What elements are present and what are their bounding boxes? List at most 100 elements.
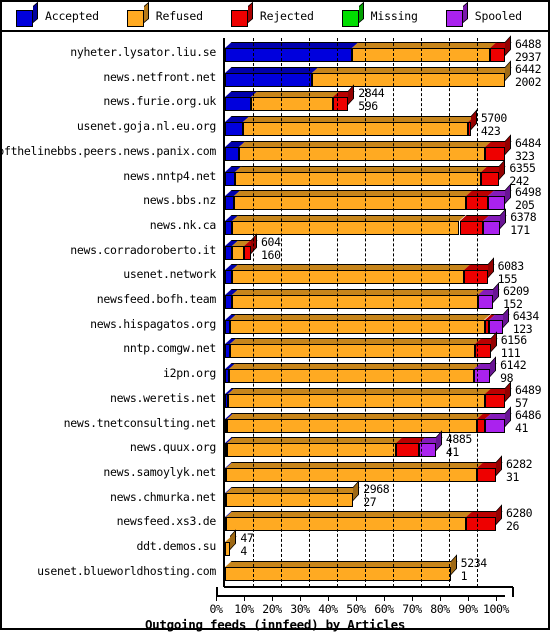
bar-segment-refused[interactable]	[231, 270, 464, 285]
bar-value-total: 6434	[512, 308, 540, 323]
legend-label: Rejected	[259, 9, 314, 23]
bar-segment-refused[interactable]	[226, 467, 478, 482]
bar-segment-side-refused	[450, 554, 457, 575]
bar-segment-side-spooled	[505, 183, 511, 205]
bar-segment-spooled[interactable]	[485, 418, 505, 433]
bar-segment-rejected[interactable]	[477, 418, 486, 433]
x-axis-right-edge	[504, 587, 514, 597]
bar-segment-accepted[interactable]	[225, 122, 244, 137]
bar-segment-refused[interactable]	[235, 171, 481, 186]
bar-segment-rejected[interactable]	[466, 517, 497, 532]
bar-segment-side-rejected	[251, 232, 258, 254]
bar-value-secondary: 423	[480, 124, 501, 139]
legend-item-rejected[interactable]: Rejected	[230, 1, 314, 27]
bar-segment-side-rejected	[496, 504, 503, 526]
x-tick-label: 10%	[234, 602, 254, 616]
cube-icon	[445, 1, 468, 27]
bar-segment-rejected[interactable]	[464, 270, 488, 285]
bar-segment-refused[interactable]	[230, 319, 485, 334]
legend-item-missing[interactable]: Missing	[341, 1, 418, 27]
bar-segment-side-refused	[505, 60, 511, 81]
bar-segment-rejected[interactable]	[485, 393, 505, 408]
bar-segment-rejected[interactable]	[481, 171, 500, 186]
bar-segment-rejected[interactable]	[333, 97, 349, 112]
grid-line	[393, 38, 394, 587]
bar-segment-accepted[interactable]	[225, 270, 232, 285]
y-axis-label: news.nntp4.net	[123, 168, 216, 183]
bar-segment-spooled[interactable]	[488, 196, 505, 211]
bar-segment-accepted[interactable]	[225, 97, 251, 112]
bar-segment-refused[interactable]	[226, 517, 467, 532]
x-tick-mark	[244, 595, 245, 601]
bar-segment-refused[interactable]	[229, 344, 475, 359]
bar-value-secondary: 4	[240, 544, 247, 558]
bar-value-total: 6355	[509, 160, 536, 175]
bar-segment-rejected[interactable]	[459, 220, 483, 235]
grid-line	[337, 38, 338, 587]
bar-value-total: 6142	[500, 358, 527, 373]
x-tick-label: 50%	[346, 602, 366, 616]
x-tick-mark	[300, 595, 301, 601]
y-axis-label: news.samoylyk.net	[103, 464, 216, 479]
stacked-bar	[225, 455, 503, 482]
bar-segment-accepted[interactable]	[225, 72, 313, 87]
bar-segment-refused[interactable]	[231, 245, 245, 260]
stacked-bar	[225, 307, 510, 334]
bar-segment-side-rejected	[490, 331, 497, 353]
bar-value-secondary: 41	[515, 420, 529, 435]
bar-value-total: 6280	[506, 506, 533, 521]
bar-segment-side-spooled	[505, 405, 511, 427]
legend-item-accepted[interactable]: Accepted	[16, 1, 99, 27]
x-tick-mark	[216, 595, 217, 601]
bar-segment-refused[interactable]	[232, 220, 460, 235]
x-tick-label: 80%	[430, 602, 450, 616]
legend-label: Accepted	[45, 9, 99, 23]
bar-segment-refused[interactable]	[227, 393, 486, 408]
bar-segment-accepted[interactable]	[225, 295, 232, 309]
bar-value-total: 5234	[460, 555, 488, 570]
bar-segment-refused[interactable]	[233, 196, 466, 211]
stacked-bar	[225, 232, 258, 260]
bar-value-total: 6282	[506, 456, 533, 471]
x-tick-label: 70%	[402, 602, 422, 616]
bar-value-secondary: 1	[460, 568, 468, 583]
bar-segment-refused[interactable]	[229, 369, 475, 384]
bar-segment-refused[interactable]	[226, 492, 354, 507]
bar-segment-accepted[interactable]	[225, 245, 232, 260]
cube-icon	[230, 1, 253, 27]
legend-label: Missing	[370, 9, 418, 23]
y-axis-label: news.corradoroberto.it	[70, 242, 216, 257]
bar-segment-refused[interactable]	[250, 97, 334, 112]
bar-segment-refused[interactable]	[226, 418, 477, 433]
bar-segment-side-refused	[353, 479, 360, 501]
bar-segment-rejected[interactable]	[244, 245, 252, 260]
bar-segment-spooled[interactable]	[478, 295, 493, 309]
y-axis-label: newsfeed.xs3.de	[116, 514, 217, 529]
bar-segment-rejected[interactable]	[477, 467, 497, 482]
cube-icon	[341, 1, 364, 27]
legend-item-spooled[interactable]: Spooled	[445, 1, 522, 27]
x-tick-label: 100%	[482, 602, 510, 616]
stacked-bar	[225, 208, 507, 235]
bar-segment-accepted[interactable]	[225, 146, 239, 161]
legend-item-refused[interactable]: Refused	[126, 1, 203, 27]
legend-label: Spooled	[474, 9, 522, 23]
bar-value-total: 2968	[363, 481, 390, 496]
bar-segment-rejected[interactable]	[485, 146, 505, 161]
bar-segment-side-spooled	[435, 430, 442, 452]
bar-segment-spooled[interactable]	[482, 220, 501, 235]
bar-segment-refused[interactable]	[231, 295, 479, 309]
stacked-bar	[225, 331, 498, 359]
bar-segment-accepted[interactable]	[225, 48, 352, 62]
y-axis-label: ddt.demos.su	[136, 539, 217, 553]
bar-segment-accepted[interactable]	[225, 171, 236, 186]
bar-segment-side-rejected	[499, 158, 506, 180]
bar-segment-accepted[interactable]	[225, 196, 234, 211]
bar-value-total: 6378	[510, 209, 537, 224]
y-axis-label: news.chmurka.net	[110, 489, 216, 504]
bar-segment-rejected[interactable]	[395, 443, 419, 458]
x-tick-label: 90%	[458, 602, 478, 616]
bar-segment-rejected[interactable]	[489, 48, 505, 62]
bar-segment-refused[interactable]	[243, 122, 468, 137]
bar-segment-accepted[interactable]	[225, 220, 233, 235]
